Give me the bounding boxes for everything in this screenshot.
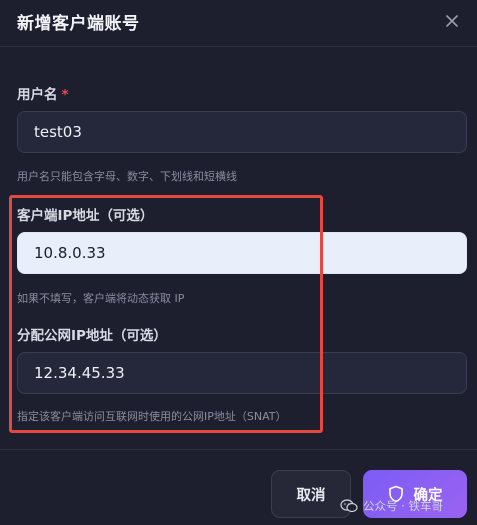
username-hint: 用户名只能包含字母、数字、下划线和短横线 bbox=[17, 170, 237, 183]
client-ip-label: 客户端IP地址（可选） bbox=[17, 208, 154, 224]
wechat-icon bbox=[340, 499, 358, 513]
client-ip-input[interactable] bbox=[17, 232, 467, 274]
watermark-text: 公众号 · 铁车哥 bbox=[363, 499, 443, 513]
required-mark: * bbox=[61, 87, 69, 103]
watermark: 公众号 · 铁车哥 bbox=[340, 498, 443, 514]
public-ip-hint: 指定该客户端访问互联网时使用的公网IP地址（SNAT） bbox=[17, 410, 287, 423]
client-ip-hint: 如果不填写，客户端将动态获取 IP bbox=[17, 292, 185, 305]
dialog-title: 新增客户端账号 bbox=[17, 14, 140, 34]
cancel-button-label: 取消 bbox=[296, 487, 326, 504]
public-ip-input[interactable] bbox=[17, 352, 467, 394]
footer-divider bbox=[0, 449, 477, 450]
header-divider bbox=[0, 46, 477, 47]
cancel-button[interactable]: 取消 bbox=[271, 470, 351, 518]
add-client-account-dialog: 新增客户端账号 用户名* 用户名只能包含字母、数字、下划线和短横线 客户端IP地… bbox=[0, 0, 477, 525]
public-ip-label: 分配公网IP地址（可选） bbox=[17, 328, 167, 344]
username-input[interactable] bbox=[17, 111, 467, 153]
close-icon[interactable] bbox=[443, 12, 461, 30]
annotation-highlight-box bbox=[9, 195, 323, 433]
username-label: 用户名 * bbox=[17, 87, 69, 103]
